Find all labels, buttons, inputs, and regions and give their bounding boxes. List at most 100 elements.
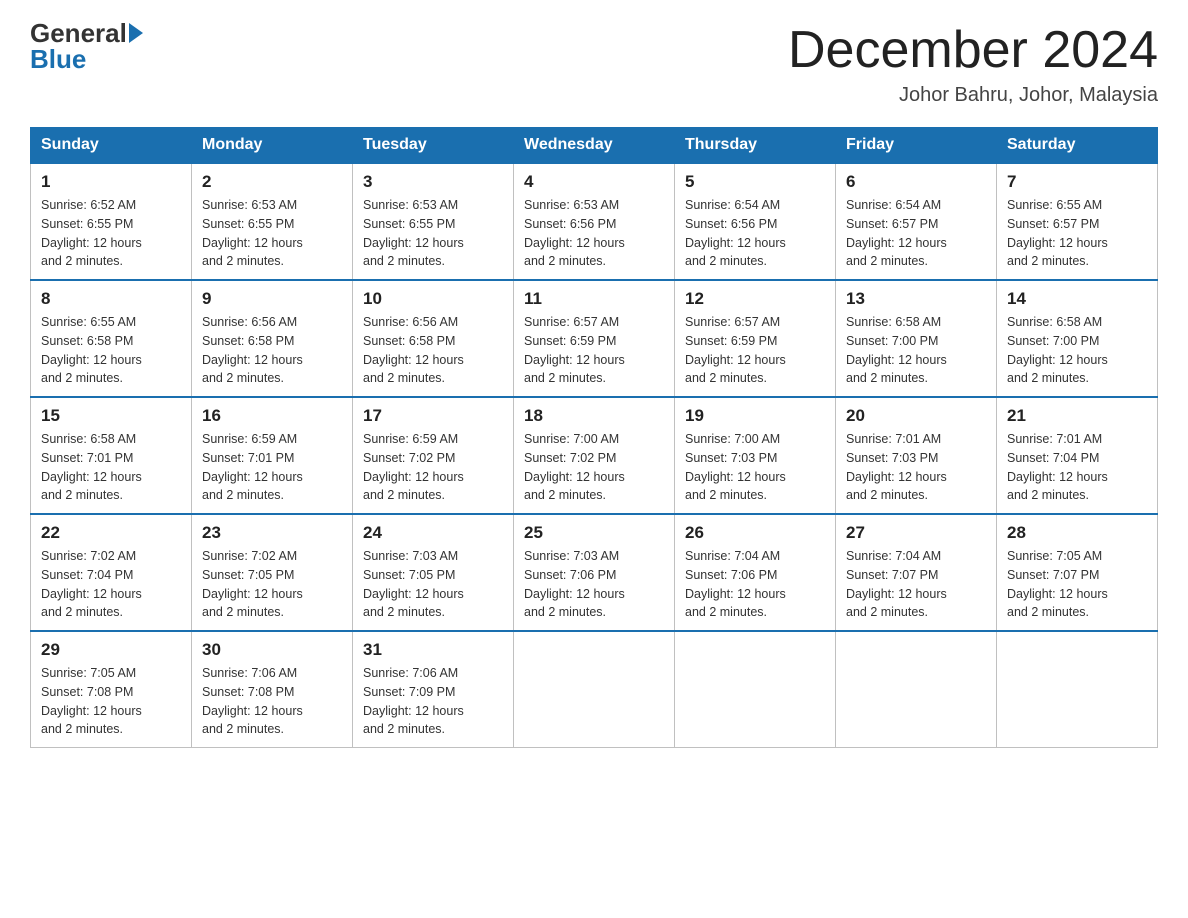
calendar-cell: 9Sunrise: 6:56 AMSunset: 6:58 PMDaylight… [192,280,353,397]
day-info: Sunrise: 6:58 AMSunset: 7:00 PMDaylight:… [1007,313,1147,388]
day-info: Sunrise: 7:00 AMSunset: 7:03 PMDaylight:… [685,430,825,505]
header-sunday: Sunday [31,128,192,164]
day-number: 5 [685,172,825,192]
day-info: Sunrise: 6:59 AMSunset: 7:01 PMDaylight:… [202,430,342,505]
header-monday: Monday [192,128,353,164]
day-number: 18 [524,406,664,426]
day-number: 21 [1007,406,1147,426]
header-thursday: Thursday [675,128,836,164]
day-number: 27 [846,523,986,543]
day-number: 22 [41,523,181,543]
day-info: Sunrise: 6:58 AMSunset: 7:00 PMDaylight:… [846,313,986,388]
week-row-3: 15Sunrise: 6:58 AMSunset: 7:01 PMDayligh… [31,397,1158,514]
day-info: Sunrise: 6:54 AMSunset: 6:56 PMDaylight:… [685,196,825,271]
calendar-cell: 13 Sunrise: 6:58 AMSunset: 7:00 PMDayligh… [836,280,997,397]
logo-blue-text: Blue [30,46,143,72]
calendar-cell [514,631,675,748]
calendar-cell: 24Sunrise: 7:03 AMSunset: 7:05 PMDayligh… [353,514,514,631]
calendar-header-row: SundayMondayTuesdayWednesdayThursdayFrid… [31,128,1158,164]
calendar-cell: 30Sunrise: 7:06 AMSunset: 7:08 PMDayligh… [192,631,353,748]
day-number: 28 [1007,523,1147,543]
day-info: Sunrise: 6:59 AMSunset: 7:02 PMDaylight:… [363,430,503,505]
header-wednesday: Wednesday [514,128,675,164]
header-friday: Friday [836,128,997,164]
day-info: Sunrise: 7:05 AMSunset: 7:08 PMDaylight:… [41,664,181,739]
header-tuesday: Tuesday [353,128,514,164]
day-info: Sunrise: 6:52 AMSunset: 6:55 PMDaylight:… [41,196,181,271]
day-info: Sunrise: 6:55 AMSunset: 6:58 PMDaylight:… [41,313,181,388]
day-info: Sunrise: 6:53 AMSunset: 6:56 PMDaylight:… [524,196,664,271]
day-info: Sunrise: 7:04 AMSunset: 7:06 PMDaylight:… [685,547,825,622]
day-number: 30 [202,640,342,660]
calendar-cell: 5 Sunrise: 6:54 AMSunset: 6:56 PMDaylight… [675,163,836,280]
calendar-cell: 7Sunrise: 6:55 AMSunset: 6:57 PMDaylight… [997,163,1158,280]
calendar-cell: 12 Sunrise: 6:57 AMSunset: 6:59 PMDayligh… [675,280,836,397]
calendar-table: SundayMondayTuesdayWednesdayThursdayFrid… [30,127,1158,748]
week-row-4: 22 Sunrise: 7:02 AMSunset: 7:04 PMDayligh… [31,514,1158,631]
day-info: Sunrise: 7:02 AMSunset: 7:04 PMDaylight:… [41,547,181,622]
day-number: 2 [202,172,342,192]
day-number: 11 [524,289,664,309]
calendar-cell: 6Sunrise: 6:54 AMSunset: 6:57 PMDaylight… [836,163,997,280]
calendar-cell: 1 Sunrise: 6:52 AMSunset: 6:55 PMDaylight… [31,163,192,280]
calendar-cell: 31 Sunrise: 7:06 AMSunset: 7:09 PMDayligh… [353,631,514,748]
day-info: Sunrise: 6:53 AMSunset: 6:55 PMDaylight:… [202,196,342,271]
title-area: December 2024 Johor Bahru, Johor, Malays… [788,20,1158,107]
calendar-cell: 22 Sunrise: 7:02 AMSunset: 7:04 PMDayligh… [31,514,192,631]
day-number: 4 [524,172,664,192]
day-number: 6 [846,172,986,192]
day-info: Sunrise: 7:02 AMSunset: 7:05 PMDaylight:… [202,547,342,622]
calendar-cell: 8 Sunrise: 6:55 AMSunset: 6:58 PMDaylight… [31,280,192,397]
day-info: Sunrise: 6:57 AMSunset: 6:59 PMDaylight:… [524,313,664,388]
calendar-cell: 16 Sunrise: 6:59 AMSunset: 7:01 PMDayligh… [192,397,353,514]
calendar-cell: 11 Sunrise: 6:57 AMSunset: 6:59 PMDayligh… [514,280,675,397]
day-number: 20 [846,406,986,426]
calendar-cell: 26 Sunrise: 7:04 AMSunset: 7:06 PMDayligh… [675,514,836,631]
day-number: 17 [363,406,503,426]
day-number: 19 [685,406,825,426]
day-info: Sunrise: 7:00 AMSunset: 7:02 PMDaylight:… [524,430,664,505]
day-number: 25 [524,523,664,543]
day-number: 3 [363,172,503,192]
logo: General Blue [30,20,143,72]
calendar-cell: 18 Sunrise: 7:00 AMSunset: 7:02 PMDayligh… [514,397,675,514]
header-saturday: Saturday [997,128,1158,164]
day-number: 16 [202,406,342,426]
calendar-cell [675,631,836,748]
day-info: Sunrise: 6:53 AMSunset: 6:55 PMDaylight:… [363,196,503,271]
day-info: Sunrise: 6:56 AMSunset: 6:58 PMDaylight:… [202,313,342,388]
calendar-cell: 2 Sunrise: 6:53 AMSunset: 6:55 PMDaylight… [192,163,353,280]
calendar-cell: 29 Sunrise: 7:05 AMSunset: 7:08 PMDayligh… [31,631,192,748]
day-info: Sunrise: 7:06 AMSunset: 7:09 PMDaylight:… [363,664,503,739]
day-info: Sunrise: 6:56 AMSunset: 6:58 PMDaylight:… [363,313,503,388]
calendar-cell [836,631,997,748]
day-number: 8 [41,289,181,309]
day-number: 10 [363,289,503,309]
day-info: Sunrise: 7:01 AMSunset: 7:04 PMDaylight:… [1007,430,1147,505]
day-info: Sunrise: 6:57 AMSunset: 6:59 PMDaylight:… [685,313,825,388]
day-number: 23 [202,523,342,543]
day-number: 26 [685,523,825,543]
day-number: 14 [1007,289,1147,309]
calendar-cell: 27Sunrise: 7:04 AMSunset: 7:07 PMDayligh… [836,514,997,631]
calendar-cell: 17 Sunrise: 6:59 AMSunset: 7:02 PMDayligh… [353,397,514,514]
day-info: Sunrise: 7:05 AMSunset: 7:07 PMDaylight:… [1007,547,1147,622]
logo-triangle-icon [129,23,143,43]
calendar-cell: 23 Sunrise: 7:02 AMSunset: 7:05 PMDayligh… [192,514,353,631]
week-row-5: 29 Sunrise: 7:05 AMSunset: 7:08 PMDayligh… [31,631,1158,748]
calendar-cell: 20Sunrise: 7:01 AMSunset: 7:03 PMDayligh… [836,397,997,514]
calendar-title: December 2024 [788,20,1158,80]
day-number: 12 [685,289,825,309]
calendar-cell: 14 Sunrise: 6:58 AMSunset: 7:00 PMDayligh… [997,280,1158,397]
calendar-cell: 3 Sunrise: 6:53 AMSunset: 6:55 PMDaylight… [353,163,514,280]
day-info: Sunrise: 6:55 AMSunset: 6:57 PMDaylight:… [1007,196,1147,271]
page-header: General Blue December 2024 Johor Bahru, … [30,20,1158,107]
day-number: 29 [41,640,181,660]
day-number: 31 [363,640,503,660]
day-number: 13 [846,289,986,309]
calendar-cell: 28 Sunrise: 7:05 AMSunset: 7:07 PMDayligh… [997,514,1158,631]
calendar-cell: 4 Sunrise: 6:53 AMSunset: 6:56 PMDaylight… [514,163,675,280]
calendar-cell: 10 Sunrise: 6:56 AMSunset: 6:58 PMDayligh… [353,280,514,397]
week-row-1: 1 Sunrise: 6:52 AMSunset: 6:55 PMDaylight… [31,163,1158,280]
day-number: 1 [41,172,181,192]
